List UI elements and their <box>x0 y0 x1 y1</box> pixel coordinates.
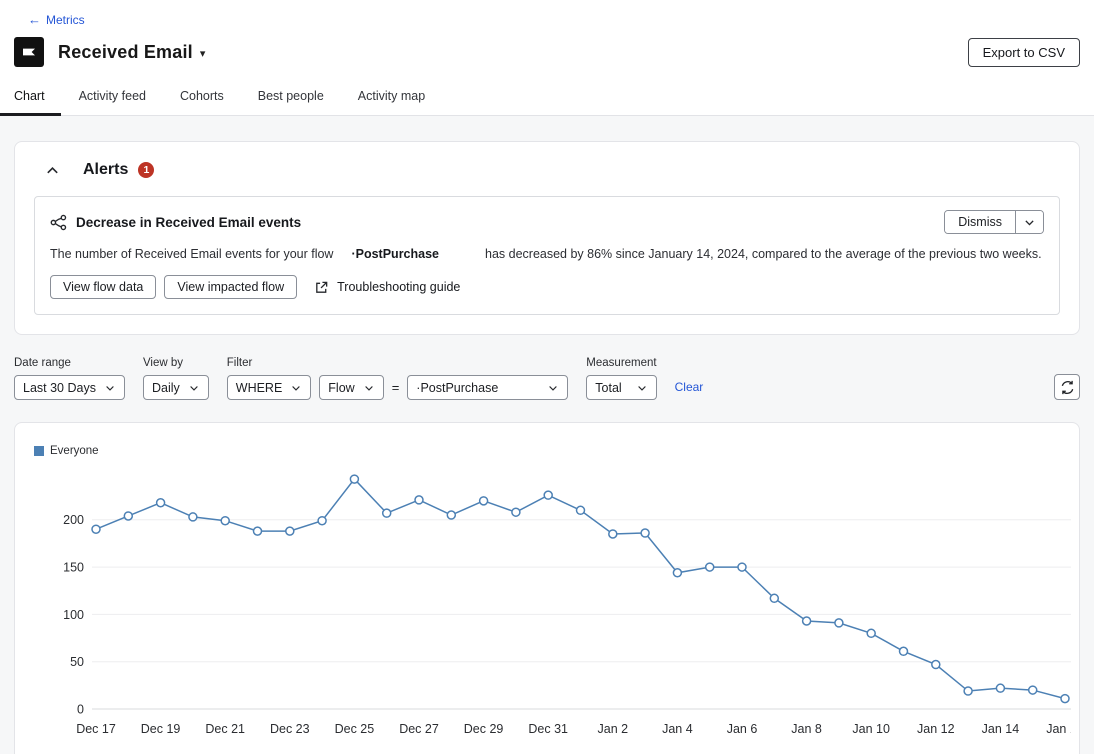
tab-activity-feed[interactable]: Activity feed <box>79 89 146 115</box>
svg-text:Dec 29: Dec 29 <box>464 722 504 736</box>
svg-text:50: 50 <box>70 655 84 669</box>
filter-operator: = <box>392 380 400 395</box>
clear-filters-link[interactable]: Clear <box>675 380 704 394</box>
svg-text:Dec 23: Dec 23 <box>270 722 310 736</box>
measurement-select[interactable]: Total <box>586 375 656 400</box>
back-to-metrics-link[interactable]: ← Metrics <box>28 13 85 27</box>
tab-bar: Chart Activity feed Cohorts Best people … <box>0 67 1094 116</box>
alerts-count-badge: 1 <box>138 162 154 178</box>
svg-text:Dec 31: Dec 31 <box>528 722 568 736</box>
line-chart: 0 50 100 150 200 Dec 17 Dec 19 Dec 21 Dec 23 Dec … <box>33 463 1071 745</box>
alert-item: Decrease in Received Email events Dismis… <box>34 196 1060 315</box>
refresh-button[interactable] <box>1054 374 1080 400</box>
svg-text:100: 100 <box>63 608 84 622</box>
svg-text:Jan 16: Jan 16 <box>1046 722 1071 736</box>
filter-field-value: Flow <box>328 381 354 395</box>
view-flow-data-button[interactable]: View flow data <box>50 275 156 299</box>
chevron-down-icon <box>547 382 559 394</box>
dismiss-button[interactable]: Dismiss <box>945 211 1015 233</box>
chart-legend: Everyone <box>33 437 1061 461</box>
alert-flow-name: ·PostPurchase <box>351 247 439 261</box>
metric-title-dropdown[interactable]: Received Email ▾ <box>58 42 205 63</box>
svg-text:Jan 2: Jan 2 <box>598 722 629 736</box>
tab-best-people[interactable]: Best people <box>258 89 324 115</box>
legend-label-everyone: Everyone <box>50 445 99 457</box>
view-by-label: View by <box>143 357 209 369</box>
filter-value: ·PostPurchase <box>416 381 498 395</box>
dismiss-dropdown-button[interactable] <box>1015 211 1043 233</box>
page-header: ← Metrics Received Email ▾ Export to CSV… <box>0 0 1094 116</box>
refresh-icon <box>1060 380 1075 395</box>
back-link-label: Metrics <box>46 13 85 27</box>
chevron-up-icon <box>45 163 60 178</box>
flow-icon <box>50 214 67 231</box>
filter-field-select[interactable]: Flow <box>319 375 383 400</box>
svg-text:Jan 8: Jan 8 <box>791 722 822 736</box>
troubleshooting-guide-link[interactable]: Troubleshooting guide <box>314 280 460 295</box>
chevron-down-icon <box>363 382 375 394</box>
tab-activity-map[interactable]: Activity map <box>358 89 425 115</box>
svg-text:Jan 6: Jan 6 <box>727 722 758 736</box>
filter-where-value: WHERE <box>236 381 283 395</box>
page-title: Received Email <box>58 42 193 63</box>
svg-text:Jan 4: Jan 4 <box>662 722 693 736</box>
date-range-value: Last 30 Days <box>23 381 96 395</box>
view-by-value: Daily <box>152 381 180 395</box>
alerts-card: Alerts 1 Decrease in Received Email even… <box>14 141 1080 335</box>
svg-text:Jan 10: Jan 10 <box>852 722 890 736</box>
chart-card: Everyone 0 50 100 150 200 Dec 17 Dec 19 Dec 21 D… <box>14 422 1080 754</box>
chevron-down-icon <box>636 382 648 394</box>
view-by-select[interactable]: Daily <box>143 375 209 400</box>
view-impacted-flow-button[interactable]: View impacted flow <box>164 275 297 299</box>
chevron-down-icon <box>1023 216 1036 229</box>
svg-text:Dec 19: Dec 19 <box>141 722 181 736</box>
tab-chart[interactable]: Chart <box>14 89 45 115</box>
svg-text:Dec 21: Dec 21 <box>205 722 245 736</box>
alert-body-text: The number of Received Email events for … <box>50 247 1044 261</box>
dismiss-split-button: Dismiss <box>944 210 1044 234</box>
alerts-collapse-button[interactable] <box>43 161 61 179</box>
svg-text:Jan 12: Jan 12 <box>917 722 955 736</box>
svg-text:150: 150 <box>63 560 84 574</box>
main-content: Alerts 1 Decrease in Received Email even… <box>0 116 1094 754</box>
alerts-heading: Alerts <box>83 161 128 179</box>
external-link-icon <box>314 280 329 295</box>
alert-title: Decrease in Received Email events <box>76 215 301 230</box>
svg-text:Jan 14: Jan 14 <box>982 722 1020 736</box>
svg-text:Dec 17: Dec 17 <box>76 722 116 736</box>
filter-bar: Date range Last 30 Days View by Daily Fi… <box>14 357 1080 400</box>
brand-logo <box>14 37 44 67</box>
title-caret-down-icon: ▾ <box>200 44 206 60</box>
chevron-down-icon <box>104 382 116 394</box>
filter-label: Filter <box>227 357 569 369</box>
measurement-value: Total <box>595 381 621 395</box>
tab-cohorts[interactable]: Cohorts <box>180 89 224 115</box>
svg-text:0: 0 <box>77 702 84 716</box>
export-to-csv-button[interactable]: Export to CSV <box>968 38 1080 67</box>
flag-logo-icon <box>20 43 38 61</box>
svg-text:Dec 27: Dec 27 <box>399 722 439 736</box>
filter-where-select[interactable]: WHERE <box>227 375 312 400</box>
legend-swatch-everyone <box>34 446 44 456</box>
filter-value-select[interactable]: ·PostPurchase <box>407 375 568 400</box>
date-range-label: Date range <box>14 357 125 369</box>
troubleshooting-guide-label: Troubleshooting guide <box>337 280 460 294</box>
svg-text:Dec 25: Dec 25 <box>335 722 375 736</box>
measurement-label: Measurement <box>586 357 656 369</box>
svg-text:200: 200 <box>63 513 84 527</box>
alert-body-suffix: has decreased by 86% since January 14, 2… <box>485 247 1042 261</box>
back-arrow-icon: ← <box>28 13 41 26</box>
date-range-select[interactable]: Last 30 Days <box>14 375 125 400</box>
alert-body-prefix: The number of Received Email events for … <box>50 247 333 261</box>
chevron-down-icon <box>188 382 200 394</box>
chevron-down-icon <box>290 382 302 394</box>
